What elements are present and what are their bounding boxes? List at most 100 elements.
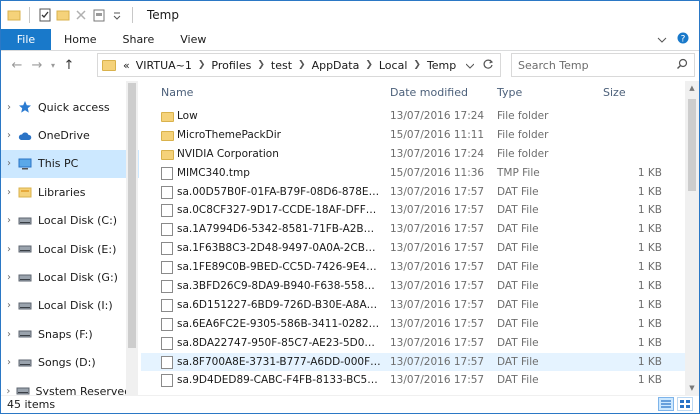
table-row[interactable]: NVIDIA Corporation 13/07/2016 17:24 File f… [141, 145, 687, 164]
table-row[interactable]: sa.1A7994D6-5342-8581-71FB-A2BD1C89... 13… [141, 220, 687, 239]
sidebar-item-libraries[interactable]: › Libraries [1, 178, 139, 206]
chevron-right-icon[interactable]: ❯ [362, 60, 376, 70]
forward-arrow-icon[interactable]: → [27, 55, 47, 75]
file-name: MIMC340.tmp [177, 166, 250, 179]
expand-icon[interactable]: › [1, 215, 17, 226]
file-date: 13/07/2016 17:24 [390, 147, 485, 160]
tab-file[interactable]: File [1, 29, 51, 50]
up-arrow-icon[interactable]: ↑ [59, 55, 79, 75]
tab-home[interactable]: Home [51, 29, 109, 50]
sidebar-item-this-pc[interactable]: › This PC [1, 149, 139, 179]
table-row[interactable]: MicroThemePackDir 15/07/2016 11:11 File fo… [141, 126, 687, 145]
sidebar-item-local-disk-g[interactable]: › Local Disk (G:) [1, 263, 139, 291]
scroll-down-icon[interactable]: ▼ [685, 381, 699, 395]
table-row[interactable]: sa.6EA6FC2E-9305-586B-3411-02826D151... 1… [141, 315, 687, 334]
properties-icon[interactable] [38, 8, 52, 22]
expand-icon[interactable]: › [1, 187, 17, 198]
star-icon [17, 100, 33, 114]
sidebar-item-local-disk-i[interactable]: › Local Disk (I:) [1, 292, 139, 320]
explorer-window: Temp File Home Share View ? ← → ▾ ↑ « VI… [0, 0, 700, 414]
breadcrumb-temp[interactable]: Temp [424, 59, 459, 72]
file-date: 13/07/2016 17:57 [390, 280, 485, 293]
table-row[interactable]: sa.3BFD26C9-8DA9-B940-F638-55890012... 13… [141, 277, 687, 296]
sidebar-item-quick-access[interactable]: › Quick access [1, 93, 139, 121]
table-row[interactable]: sa.1FE89C0B-9BED-CC5D-7426-9E4025D6... 13… [141, 258, 687, 277]
expand-icon[interactable]: › [1, 102, 17, 113]
scrollbar-thumb[interactable] [688, 99, 696, 191]
sidebar-item-label: Local Disk (G:) [38, 271, 118, 285]
file-date: 13/07/2016 17:57 [390, 298, 485, 311]
scroll-up-icon[interactable]: ▲ [685, 81, 699, 95]
expand-icon[interactable]: › [1, 386, 16, 395]
table-row[interactable]: sa.6D151227-6BD9-726D-B30E-A8A018D... 13/… [141, 296, 687, 315]
drive-icon [17, 242, 33, 256]
sidebar-item-system-reserved[interactable]: › System Reserved ( [1, 377, 139, 395]
scrollbar-thumb[interactable] [128, 83, 136, 348]
sidebar-item-local-disk-c[interactable]: › Local Disk (C:) [1, 207, 139, 235]
expand-icon[interactable]: › [1, 300, 17, 311]
expand-icon[interactable]: › [1, 158, 17, 169]
table-row[interactable]: Low 13/07/2016 17:24 File folder [141, 107, 687, 126]
breadcrumb-test[interactable]: test [268, 59, 295, 72]
expand-ribbon-icon[interactable] [657, 33, 667, 47]
recent-locations-icon[interactable]: ▾ [47, 55, 59, 75]
chevron-right-icon[interactable]: ❯ [295, 60, 309, 70]
table-row[interactable]: sa.9D4DED89-CABC-F4FB-8133-BC5EDB1... 13/… [141, 371, 687, 390]
chevron-right-icon[interactable]: ❯ [195, 60, 209, 70]
navigation-scrollbar[interactable] [126, 81, 138, 395]
search-icon[interactable] [676, 58, 688, 73]
refresh-icon[interactable] [482, 58, 494, 73]
column-header-size[interactable]: Size [603, 86, 626, 99]
chevron-right-icon[interactable]: ❯ [254, 60, 268, 70]
expand-icon[interactable]: › [1, 272, 17, 283]
table-row[interactable]: sa.0C8CF327-9D17-CCDE-18AF-DFF4F20... 13/… [141, 201, 687, 220]
search-input[interactable]: Search Temp [511, 53, 695, 77]
file-date: 13/07/2016 17:57 [390, 242, 485, 255]
sidebar-item-songs-d[interactable]: › Songs (D:) [1, 349, 139, 377]
expand-icon[interactable]: › [1, 357, 17, 368]
file-list-scrollbar[interactable]: ▲ ▼ [685, 81, 699, 395]
rename-icon[interactable] [92, 8, 106, 22]
column-header-date[interactable]: Date modified [390, 86, 468, 99]
breadcrumb-profiles[interactable]: Profiles [208, 59, 254, 72]
column-header-name[interactable]: Name [161, 86, 193, 99]
new-folder-icon[interactable] [56, 8, 70, 22]
breadcrumb-virtua[interactable]: VIRTUA~1 [133, 59, 195, 72]
address-bar[interactable]: « VIRTUA~1 ❯ Profiles ❯ test ❯ AppData ❯… [97, 53, 501, 77]
chevron-right-icon[interactable]: ❯ [410, 60, 424, 70]
file-date: 13/07/2016 17:24 [390, 110, 485, 122]
back-arrow-icon[interactable]: ← [7, 55, 27, 75]
expand-icon[interactable]: › [1, 329, 17, 340]
sidebar-item-snaps-f[interactable]: › Snaps (F:) [1, 320, 139, 348]
sidebar-item-onedrive[interactable]: › OneDrive [1, 121, 139, 149]
delete-icon[interactable] [74, 8, 88, 22]
file-rows: Low 13/07/2016 17:24 File folder MicroTheme… [141, 107, 687, 390]
details-view-icon[interactable] [658, 397, 674, 411]
tab-share[interactable]: Share [109, 29, 167, 50]
table-row[interactable]: sa.00D57B0F-01FA-B79F-08D6-878ED20C... 13… [141, 183, 687, 202]
sidebar-item-label: Local Disk (C:) [38, 214, 118, 228]
large-icons-view-icon[interactable] [677, 397, 693, 411]
breadcrumb-appdata[interactable]: AppData [309, 59, 363, 72]
table-row[interactable]: MIMC340.tmp 15/07/2016 11:36 TMP File 1 KB [141, 164, 687, 183]
folder-icon [102, 59, 116, 71]
file-icon [161, 166, 173, 180]
breadcrumb-local[interactable]: Local [376, 59, 411, 72]
chevron-down-icon[interactable] [465, 59, 475, 72]
tab-view[interactable]: View [167, 29, 219, 50]
expand-icon[interactable]: › [1, 244, 17, 255]
file-type: DAT File [497, 355, 539, 368]
sidebar-item-local-disk-e[interactable]: › Local Disk (E:) [1, 235, 139, 263]
file-type: TMP File [497, 166, 540, 179]
breadcrumb-overflow[interactable]: « [120, 59, 133, 72]
expand-icon[interactable]: › [1, 130, 17, 141]
table-row[interactable]: sa.8F700A8E-3731-B777-A6DD-000FE1F8F... 1… [141, 352, 687, 372]
column-header-type[interactable]: Type [497, 86, 522, 99]
status-bar: 45 items [1, 395, 699, 413]
file-type: DAT File [497, 223, 539, 236]
customize-toolbar-icon[interactable] [110, 8, 124, 22]
table-row[interactable]: sa.8DA22747-950F-85C7-AE23-5D05E473... 13… [141, 334, 687, 353]
help-icon[interactable]: ? [677, 32, 689, 47]
file-name: sa.1A7994D6-5342-8581-71FB-A2BD1C89... [177, 223, 381, 236]
table-row[interactable]: sa.1F63B8C3-2D48-9497-0A0A-2CBD462E... 13… [141, 239, 687, 258]
